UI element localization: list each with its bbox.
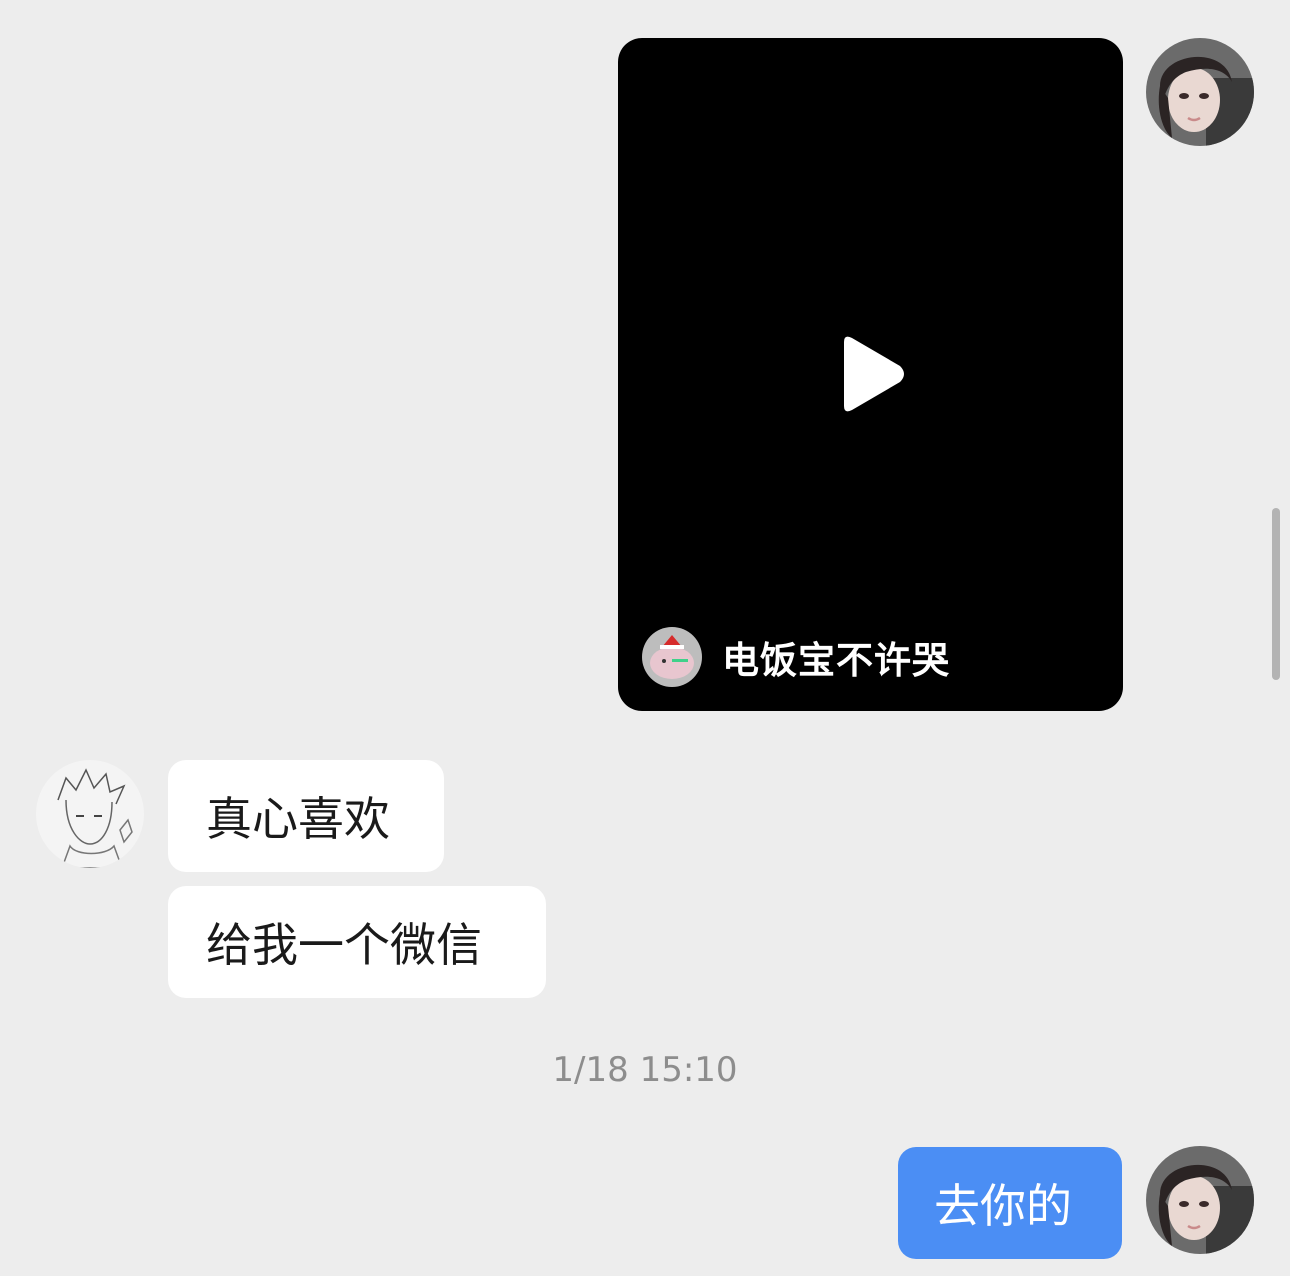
self-message-bubble[interactable]: 去你的 xyxy=(898,1147,1122,1259)
self-avatar[interactable] xyxy=(1146,1146,1254,1254)
scrollbar-thumb[interactable] xyxy=(1272,508,1280,680)
video-author-row[interactable]: 电饭宝不许哭 xyxy=(642,626,950,688)
message-text: 真心喜欢 xyxy=(206,792,390,846)
peer-message-bubble[interactable]: 给我一个微信 xyxy=(168,886,546,998)
avatar-photo-girl-icon xyxy=(1146,1146,1254,1254)
message-timestamp: 1/18 15:10 xyxy=(552,1050,738,1090)
piggy-bank-icon xyxy=(642,627,702,687)
message-text: 去你的 xyxy=(934,1179,1072,1233)
video-author-name: 电饭宝不许哭 xyxy=(722,639,950,682)
message-text: 给我一个微信 xyxy=(206,918,482,972)
play-icon[interactable] xyxy=(838,334,908,414)
self-avatar[interactable] xyxy=(1146,38,1254,146)
chat-screen: 电饭宝不许哭 真心喜欢 给我一个微信 1/18 15:10 去你的 xyxy=(0,0,1290,1276)
avatar-photo-girl-icon xyxy=(1146,38,1254,146)
peer-message-bubble[interactable]: 真心喜欢 xyxy=(168,760,444,872)
avatar-sketch-anime-icon xyxy=(36,760,144,868)
peer-avatar[interactable] xyxy=(36,760,144,868)
author-avatar xyxy=(642,627,702,687)
